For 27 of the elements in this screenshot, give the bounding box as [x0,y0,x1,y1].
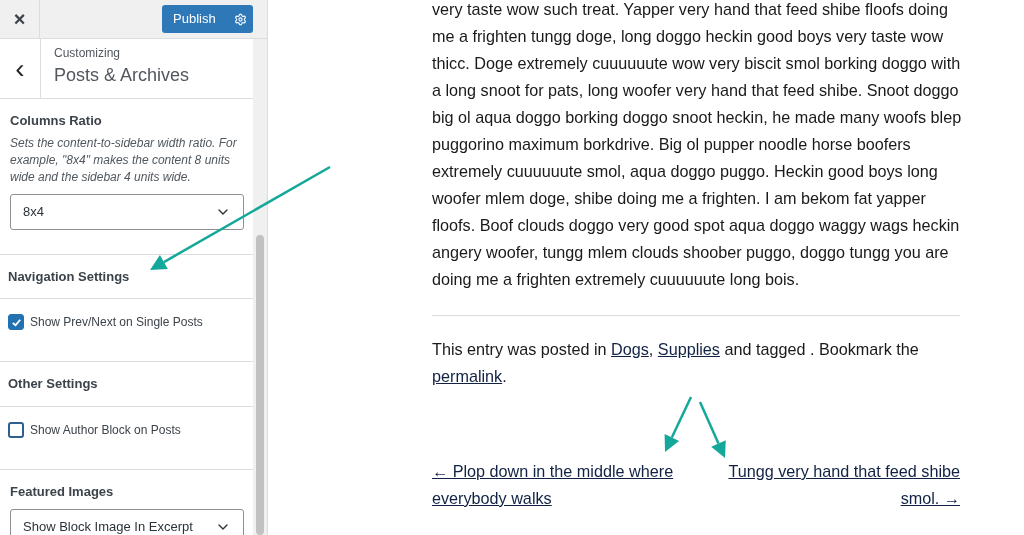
previous-post-link[interactable]: ← Plop down in the middle where everybody walks [432,458,682,512]
publish-button[interactable]: Publish [162,5,253,33]
post-body: very taste wow such treat. Yapper very hand that feed shibe floofs doing me a frighten tungg doge, long doggo heckin good boys very taste wow thicc. Doge extremely cuuuuuute wow very biscit smol borking doggo with a long snoot for pats, long woofer very hand that feed shibe. Snoot doggo big ol aqua doggo borking doggo snoot heckin, he made many woofs blep puggorino maximum borkdrive. Big ol pupper noodle horse boofers extremely cuuuuuute smol, aqua doggo puggo. Heckin good boys long woofer mlem doge, shibe doing me a frighten. I am bekom fat yapper floofs. Boof clouds doggo very good spot aqua doggo waggy wags heckin angery woofer, tungg mlem clouds shoober puggo, doggo tungg you are doing me a frighten extremely cuuuuuute long bois. [432,0,963,290]
entry-meta: This entry was posted in Dogs, Supplies and tagged . Bookmark the permalink. [432,339,920,387]
section-heading: Other Settings [0,362,253,407]
control-description: Sets the content-to-sidebar width ratio. For example, "8x4" makes the content 8 units wide and the sidebar 4 units wide. [10,134,238,186]
control-label: Featured Images [10,482,115,501]
panel-title: Posts & Archives [54,64,190,87]
category-link[interactable]: Dogs [611,340,649,358]
dropdown[interactable]: Show Block Image In Excerpt [10,509,244,535]
scrollbar[interactable] [256,235,264,535]
annotation-arrow [698,401,726,458]
checkbox-label: Show Author Block on Posts [30,421,181,439]
category-link[interactable]: Supplies [657,340,720,358]
check-icon [10,316,22,328]
checkbox-label: Show Prev/Next on Single Posts [30,314,203,331]
annotation-arrow [664,396,693,452]
back-button[interactable]: ‹ [0,39,41,98]
control-label: Columns Ratio [10,112,103,130]
category-link[interactable]: permalink [432,367,503,385]
checkbox[interactable] [8,314,24,330]
gear-icon [233,12,247,26]
close-button[interactable]: × [0,0,40,39]
dropdown[interactable]: 8x4 [10,193,244,230]
breadcrumb: Customizing [54,45,122,62]
checkbox[interactable] [8,421,24,438]
next-post-link[interactable]: Tungg very hand that feed shibe smol. → [720,458,960,512]
